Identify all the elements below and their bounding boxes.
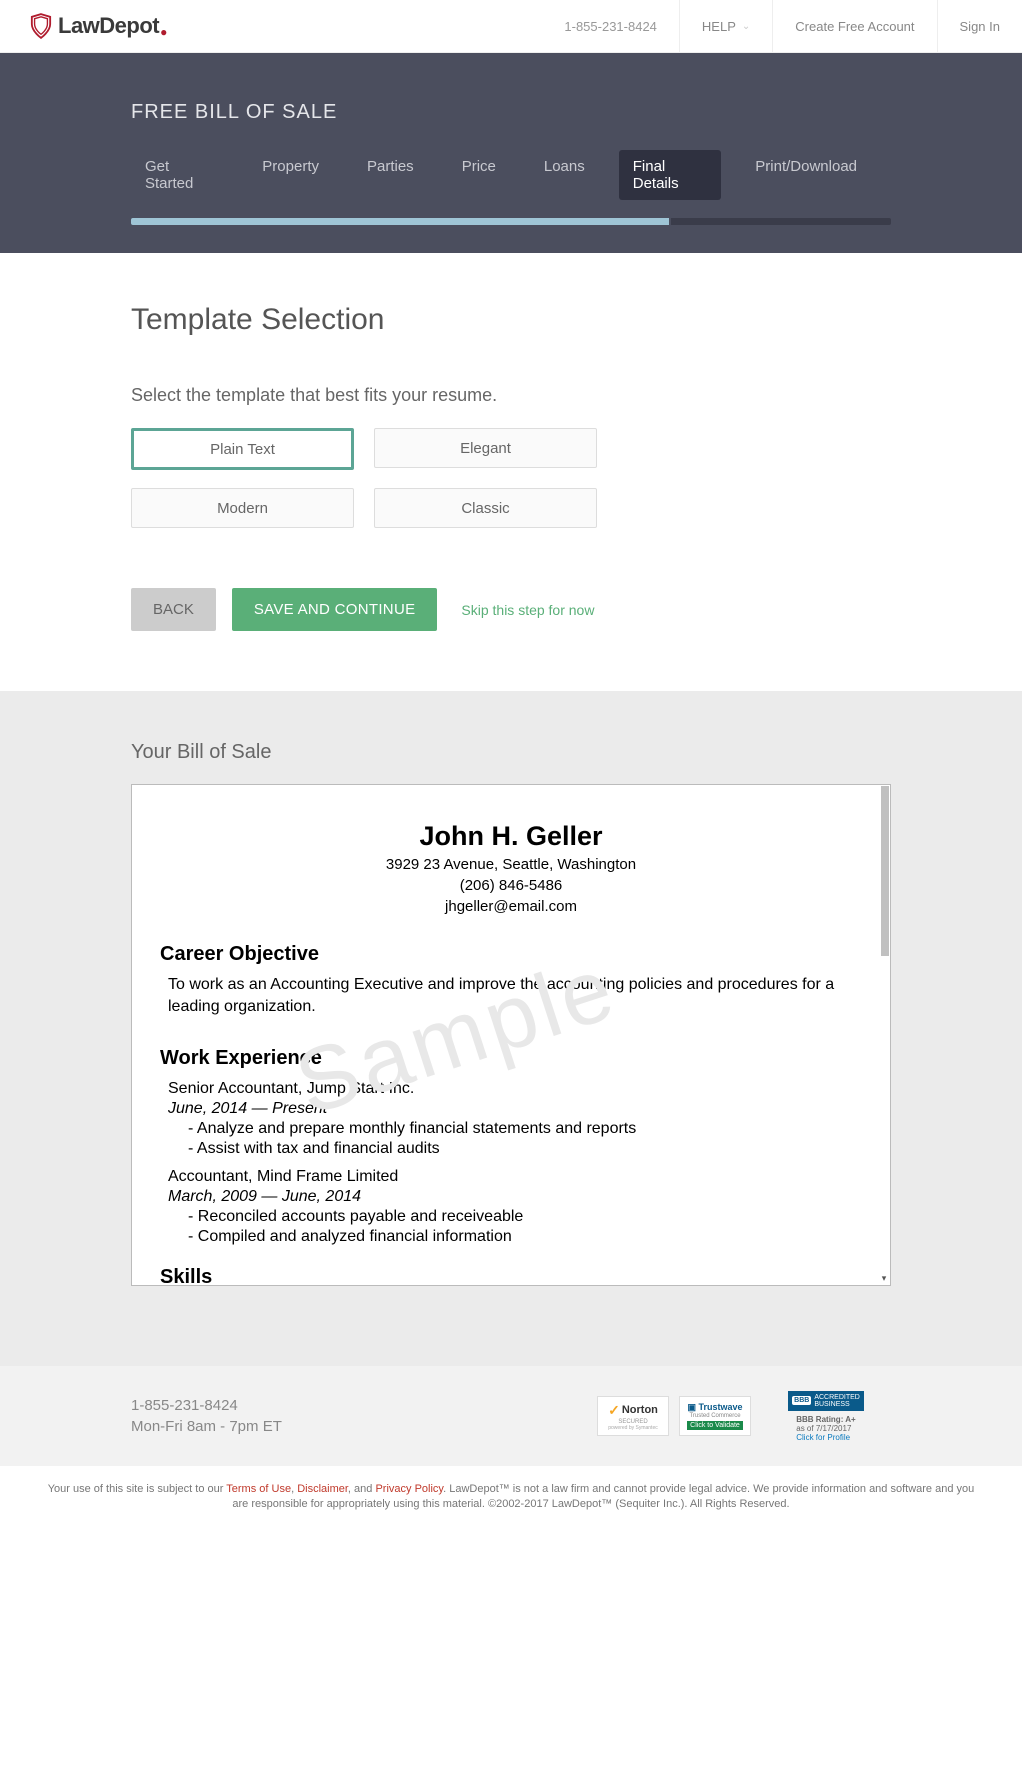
document-preview[interactable]: Sample John H. Geller 3929 23 Avenue, Se…: [132, 785, 890, 1285]
action-row: BACK SAVE AND CONTINUE Skip this step fo…: [131, 588, 891, 631]
heading-skills: Skills: [160, 1266, 862, 1285]
skip-link[interactable]: Skip this step for now: [461, 602, 594, 618]
chevron-down-icon: ⌄: [742, 21, 750, 32]
trust-badges: ✓Norton SECURED powered by Symantec ▣ Tr…: [597, 1396, 891, 1436]
tab-print-download[interactable]: Print/Download: [741, 150, 871, 200]
logo[interactable]: LawDepot●: [0, 13, 542, 39]
create-account-link[interactable]: Create Free Account: [772, 0, 936, 53]
resume-name: John H. Geller: [160, 821, 862, 852]
wizard-tabs: Get Started Property Parties Price Loans…: [131, 150, 891, 200]
shield-icon: [30, 13, 52, 39]
footer-phone: 1-855-231-8424: [131, 1397, 282, 1414]
job1-bullet2: - Assist with tax and financial audits: [188, 1140, 862, 1158]
checkmark-icon: ✓: [608, 1402, 620, 1419]
tab-get-started[interactable]: Get Started: [131, 150, 228, 200]
job2-dates: March, 2009 — June, 2014: [168, 1188, 862, 1206]
terms-link[interactable]: Terms of Use: [226, 1483, 291, 1495]
resume-address: 3929 23 Avenue, Seattle, Washington: [160, 856, 862, 873]
section-title: Template Selection: [131, 303, 891, 337]
logo-text: LawDepot: [58, 13, 159, 39]
bbb-icon: BBB: [792, 1396, 811, 1405]
tab-loans[interactable]: Loans: [530, 150, 599, 200]
tab-property[interactable]: Property: [248, 150, 333, 200]
template-elegant[interactable]: Elegant: [374, 428, 597, 468]
help-menu[interactable]: HELP ⌄: [679, 0, 772, 53]
norton-badge[interactable]: ✓Norton SECURED powered by Symantec: [597, 1396, 669, 1436]
job1-title: Senior Accountant, Jump Start Inc.: [168, 1080, 862, 1098]
disclaimer-link[interactable]: Disclaimer: [297, 1483, 348, 1495]
save-continue-button[interactable]: SAVE AND CONTINUE: [232, 588, 438, 631]
footer-info: 1-855-231-8424 Mon-Fri 8am - 7pm ET ✓Nor…: [0, 1366, 1022, 1466]
wizard-band: FREE BILL OF SALE Get Started Property P…: [0, 53, 1022, 253]
privacy-link[interactable]: Privacy Policy: [375, 1483, 443, 1495]
section-subtitle: Select the template that best fits your …: [131, 385, 891, 406]
logo-dot: ●: [160, 25, 167, 39]
preview-frame: ▾ Sample John H. Geller 3929 23 Avenue, …: [131, 784, 891, 1286]
template-grid: Plain Text Elegant Modern Classic: [131, 428, 671, 528]
progress: [131, 200, 891, 253]
help-label: HELP: [702, 19, 736, 34]
header: LawDepot● 1-855-231-8424 HELP ⌄ Create Fr…: [0, 0, 1022, 53]
preview-section: Your Bill of Sale ▾ Sample John H. Gelle…: [0, 691, 1022, 1366]
preview-heading: Your Bill of Sale: [131, 741, 891, 764]
heading-work: Work Experience: [160, 1047, 862, 1070]
back-button[interactable]: BACK: [131, 588, 216, 631]
tab-parties[interactable]: Parties: [353, 150, 428, 200]
template-plain-text[interactable]: Plain Text: [131, 428, 354, 470]
job2-bullet1: - Reconciled accounts payable and receiv…: [188, 1208, 862, 1226]
template-classic[interactable]: Classic: [374, 488, 597, 528]
page-title: FREE BILL OF SALE: [131, 83, 891, 150]
header-phone[interactable]: 1-855-231-8424: [542, 0, 679, 53]
job2-bullet2: - Compiled and analyzed financial inform…: [188, 1228, 862, 1246]
footer-hours: Mon-Fri 8am - 7pm ET: [131, 1418, 282, 1435]
trustwave-badge[interactable]: ▣ Trustwave Trusted Commerce Click to Va…: [679, 1396, 751, 1436]
resume-phone: (206) 846-5486: [160, 877, 862, 894]
main-content: Template Selection Select the template t…: [81, 253, 941, 691]
bbb-badge[interactable]: BBBACCREDITEDBUSINESS BBB Rating: A+as o…: [761, 1396, 891, 1436]
tab-price[interactable]: Price: [448, 150, 510, 200]
tab-final-details[interactable]: Final Details: [619, 150, 722, 200]
template-modern[interactable]: Modern: [131, 488, 354, 528]
resume-email: jhgeller@email.com: [160, 898, 862, 915]
sign-in-link[interactable]: Sign In: [937, 0, 1022, 53]
job1-bullet1: - Analyze and prepare monthly financial …: [188, 1120, 862, 1138]
footer-legal: Your use of this site is subject to our …: [0, 1466, 1022, 1529]
job1-dates: June, 2014 — Present: [168, 1100, 862, 1118]
job2-title: Accountant, Mind Frame Limited: [168, 1168, 862, 1186]
heading-objective: Career Objective: [160, 943, 862, 966]
objective-text: To work as an Accounting Executive and i…: [168, 974, 862, 1019]
